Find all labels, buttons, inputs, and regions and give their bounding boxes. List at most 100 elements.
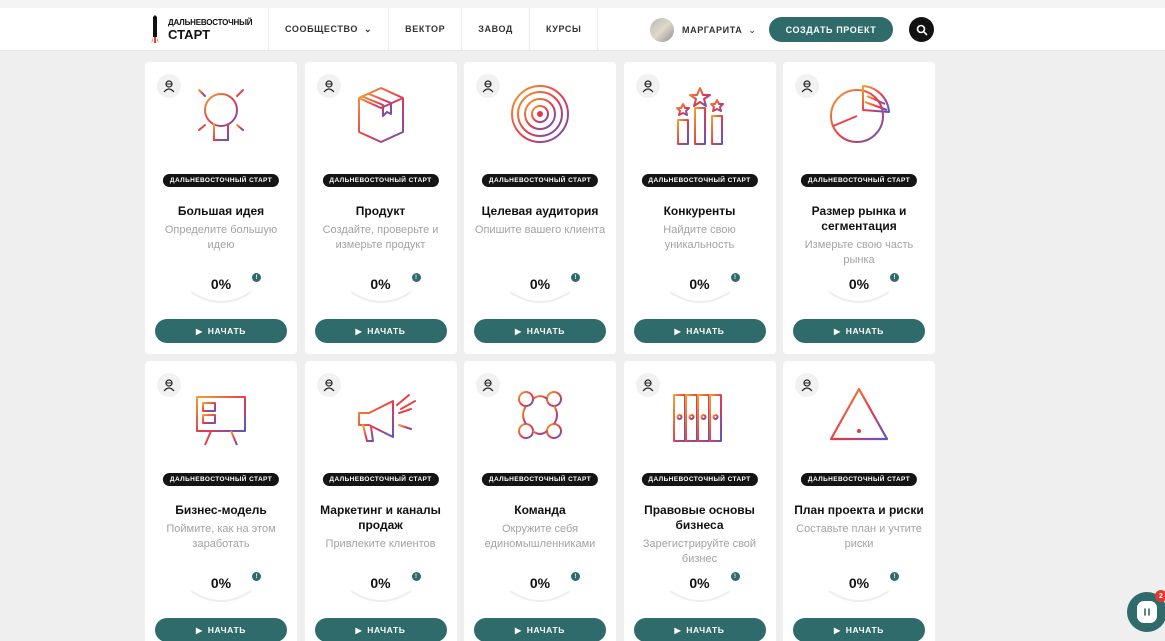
info-icon[interactable]: ! [571,572,580,581]
logo-line1: ДАЛЬНЕВОСТОЧНЫЙ [168,18,253,27]
start-button[interactable]: ▶ НАЧАТЬ [633,319,766,343]
play-icon: ▶ [834,625,841,635]
module-card: ДАЛЬНЕВОСТОЧНЫЙ СТАРТ Конкуренты Найдите… [623,62,776,354]
play-icon: ▶ [355,326,363,336]
info-icon[interactable]: ! [252,572,261,581]
card-description: Составьте план и учтите риски [796,523,922,550]
progress-value: 0% [689,276,710,292]
info-icon[interactable]: ! [890,273,899,282]
search-icon [916,24,927,35]
progress-value: 0% [210,276,232,292]
progress-value: 0% [370,575,391,591]
card-title: План проекта и риски [794,503,924,517]
lightbulb-icon [192,79,250,141]
module-card: ДАЛЬНЕВОСТОЧНЫЙ СТАРТ Маркетинг и каналы… [304,361,457,641]
info-icon[interactable]: ! [411,273,421,282]
site-header: ДАЛЬНЕВОСТОЧНЫЙ СТАРТ СООБЩЕСТВО ⌄ ВЕКТО… [0,8,1165,51]
card-title: Команда [514,503,566,517]
stars-podium-icon [675,87,724,145]
info-icon[interactable]: ! [730,273,740,282]
logo[interactable]: ДАЛЬНЕВОСТОЧНЫЙ СТАРТ [148,14,258,46]
program-badge: ДАЛЬНЕВОСТОЧНЫЙ СТАРТ [641,174,758,187]
nav-factory[interactable]: ЗАВОД [461,8,529,50]
program-badge: ДАЛЬНЕВОСТОЧНЫЙ СТАРТ [641,473,758,486]
program-badge: ДАЛЬНЕВОСТОЧНЫЙ СТАРТ [800,174,918,187]
info-icon[interactable]: ! [571,273,580,282]
card-title: Продукт [355,204,406,218]
play-icon: ▶ [834,326,841,336]
module-card: ДАЛЬНЕВОСТОЧНЫЙ СТАРТ Бизнес-модель Пойм… [145,361,297,641]
progress-gauge: 0% [666,569,734,609]
card-description: Измерьте свою часть рынка [804,239,914,266]
team-nodes-icon [518,391,562,439]
program-badge: ДАЛЬНЕВОСТОЧНЫЙ СТАРТ [322,174,439,187]
nav-vector[interactable]: ВЕКТОР [388,8,461,50]
start-button[interactable]: ▶ НАЧАТЬ [314,618,447,641]
logo-line2: СТАРТ [168,27,211,42]
module-card: ДАЛЬНЕВОСТОЧНЫЙ СТАРТ Целевая аудитория … [464,62,616,354]
card-description: Создайте, проверьте и измерьте продукт [322,224,439,251]
program-badge: ДАЛЬНЕВОСТОЧНЫЙ СТАРТ [162,174,280,187]
module-card: ДАЛЬНЕВОСТОЧНЫЙ СТАРТ Большая идея Опред… [145,62,297,354]
target-icon [511,85,569,143]
start-button[interactable]: ▶ НАЧАТЬ [155,319,287,343]
play-icon: ▶ [355,625,363,635]
start-button[interactable]: ▶ НАЧАТЬ [633,618,766,641]
create-project-button[interactable]: СОЗДАТЬ ПРОЕКТ [769,17,893,42]
start-button[interactable]: ▶ НАЧАТЬ [793,319,925,343]
program-badge: ДАЛЬНЕВОСТОЧНЫЙ СТАРТ [162,473,280,486]
info-icon[interactable]: ! [252,273,261,282]
pie-chart-icon [830,85,890,143]
warning-triangle-icon [829,387,889,441]
start-button[interactable]: ▶ НАЧАТЬ [474,618,606,641]
progress-value: 0% [848,276,870,292]
card-description: Опишите вашего клиента [474,224,606,236]
card-description: Определите большую идею [164,224,278,251]
play-icon: ▶ [674,326,682,336]
presentation-board-icon [196,396,246,446]
card-title: Конкуренты [663,204,736,218]
program-badge: ДАЛЬНЕВОСТОЧНЫЙ СТАРТ [322,473,439,486]
card-title: Большая идея [177,204,265,218]
chat-icon [1137,601,1157,623]
start-button[interactable]: ▶ НАЧАТЬ [155,618,287,641]
card-title: Маркетинг и каналы продаж [320,503,441,532]
card-description: Поймите, как на этом заработать [166,523,276,550]
card-description: Окружите себя единомышленниками [484,523,596,550]
box-icon [357,87,404,143]
play-icon: ▶ [515,326,522,336]
card-title: Размер рынка и сегментация [811,204,907,233]
card-title: Бизнес-модель [175,503,267,517]
play-icon: ▶ [196,326,203,336]
info-icon[interactable]: ! [890,572,899,581]
top-strip [0,0,1165,8]
program-badge: ДАЛЬНЕВОСТОЧНЫЙ СТАРТ [800,473,918,486]
progress-gauge: 0% [825,569,893,609]
user-menu[interactable]: МАРГАРИТА ⌄ [650,17,756,43]
nav-courses[interactable]: КУРСЫ [528,8,599,50]
progress-value: 0% [529,276,551,292]
progress-gauge: 0% [506,270,574,310]
module-card: ДАЛЬНЕВОСТОЧНЫЙ СТАРТ Продукт Создайте, … [304,62,457,354]
user-name: МАРГАРИТА [682,25,743,35]
play-icon: ▶ [674,625,682,635]
info-icon[interactable]: ! [411,572,421,581]
progress-value: 0% [210,575,232,591]
module-card: ДАЛЬНЕВОСТОЧНЫЙ СТАРТ Команда Окружите с… [464,361,616,641]
start-button[interactable]: ▶ НАЧАТЬ [474,319,606,343]
play-icon: ▶ [196,625,203,635]
start-button[interactable]: ▶ НАЧАТЬ [793,618,925,641]
program-badge: ДАЛЬНЕВОСТОЧНЫЙ СТАРТ [481,174,599,187]
card-title: Правовые основы бизнеса [644,503,755,532]
info-icon[interactable]: ! [730,572,740,581]
nav-community[interactable]: СООБЩЕСТВО ⌄ [268,8,388,50]
card-description: Привлеките клиентов [325,538,436,550]
progress-gauge: 0% [187,270,255,310]
start-button[interactable]: ▶ НАЧАТЬ [314,319,447,343]
progress-value: 0% [370,276,391,292]
module-card: ДАЛЬНЕВОСТОЧНЫЙ СТАРТ Размер рынка и сег… [783,62,935,354]
search-button[interactable] [909,17,934,42]
rocket-logo-icon [151,15,159,43]
avatar [650,18,674,42]
progress-value: 0% [689,575,710,591]
